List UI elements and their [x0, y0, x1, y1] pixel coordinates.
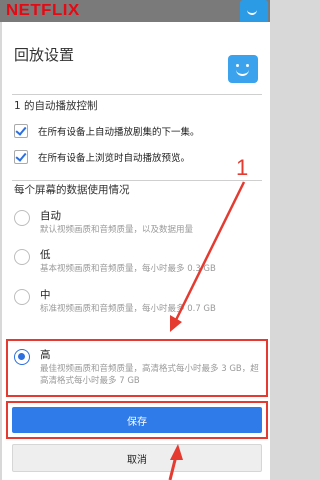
radio-button[interactable]: [14, 289, 30, 305]
app-header: NETFLIX: [0, 0, 270, 22]
annotation-highlight-box: [6, 339, 268, 397]
option-description: 默认视频画质和音频质量，以及数据用量: [40, 225, 194, 235]
netflix-logo: NETFLIX: [6, 2, 80, 19]
option-description: 标准视频画质和音频质量，每小时最多 0.7 GB: [40, 304, 216, 314]
option-description: 基本视频画质和音频质量，每小时最多 0.3 GB: [40, 264, 216, 274]
divider: [12, 94, 262, 95]
option-title: 低: [40, 249, 51, 261]
profile-avatar-icon[interactable]: [240, 0, 268, 22]
checkbox-label: 在所有设备上浏览时自动播放预览。: [38, 153, 191, 164]
save-button[interactable]: 保存: [12, 407, 262, 433]
option-title: 自动: [40, 210, 61, 222]
option-title: 中: [40, 289, 51, 301]
autoplay-next-episode-option[interactable]: 在所有设备上自动播放剧集的下一集。: [14, 124, 200, 138]
dialog-title: 回放设置: [14, 46, 75, 64]
annotation-save-highlight: 保存: [6, 401, 268, 439]
divider: [12, 180, 262, 181]
profile-smiley-icon: [228, 55, 258, 83]
checkbox-label: 在所有设备上自动播放剧集的下一集。: [38, 127, 200, 138]
autoplay-heading: 1 的自动播放控制: [14, 100, 98, 112]
radio-button[interactable]: [14, 210, 30, 226]
autoplay-previews-checkbox[interactable]: [14, 150, 28, 164]
radio-button[interactable]: [14, 249, 30, 265]
annotation-step-number: 1: [236, 155, 249, 180]
cancel-button[interactable]: 取消: [12, 444, 262, 472]
data-usage-heading: 每个屏幕的数据使用情况: [14, 184, 130, 196]
autoplay-previews-option[interactable]: 在所有设备上浏览时自动播放预览。: [14, 150, 190, 164]
autoplay-next-episode-checkbox[interactable]: [14, 124, 28, 138]
